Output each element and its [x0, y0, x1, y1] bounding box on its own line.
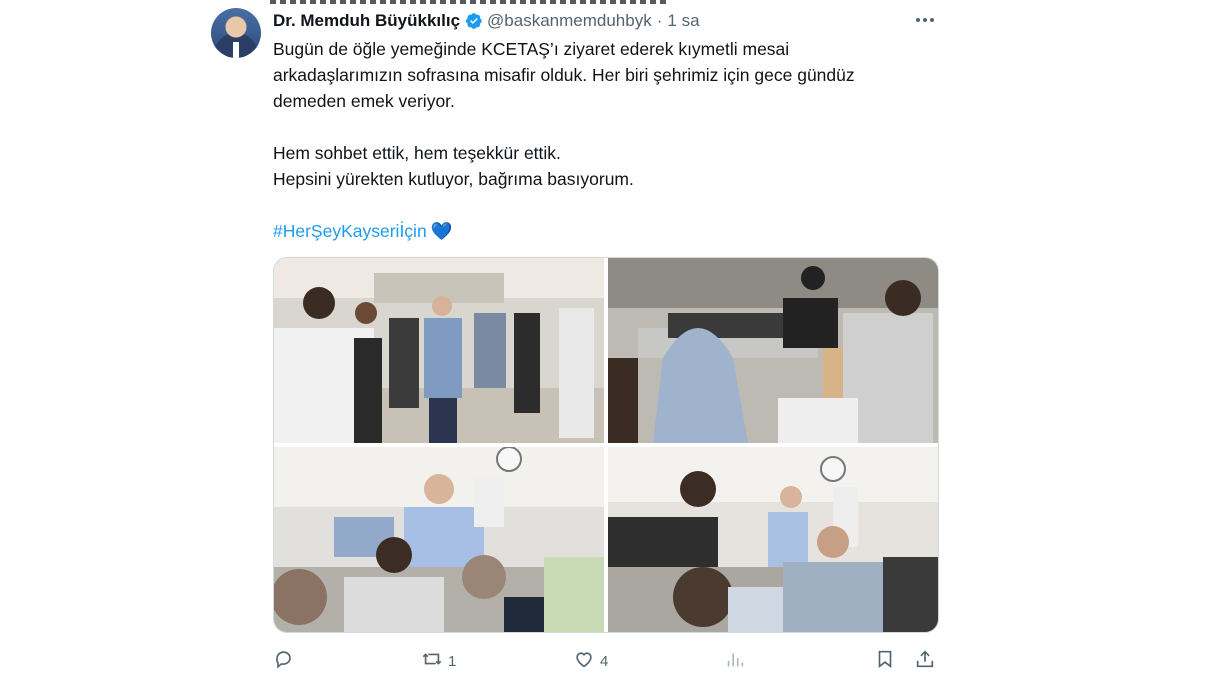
views-button[interactable] — [724, 646, 751, 676]
blue-heart-emoji: 💙 — [430, 221, 453, 241]
retweet-button[interactable]: 1 — [421, 646, 456, 676]
photo-3[interactable] — [274, 447, 604, 632]
photo-1[interactable] — [274, 258, 604, 443]
more-icon[interactable] — [913, 8, 937, 32]
reply-icon — [273, 648, 295, 674]
share-icon — [914, 648, 936, 674]
retweet-count: 1 — [448, 652, 457, 670]
tweet-paragraph-2: Hem sohbet ettik, hem teşekkür ettik. He… — [273, 143, 634, 189]
tweet-time[interactable]: 1 sa — [667, 11, 699, 31]
reply-button[interactable] — [273, 646, 300, 676]
like-icon — [573, 648, 595, 674]
bookmark-button[interactable] — [874, 646, 896, 676]
verified-badge-icon — [465, 12, 483, 30]
views-icon — [724, 648, 746, 674]
tweet-actions: 1 4 — [273, 646, 937, 676]
author-name[interactable]: Dr. Memduh Büyükkılıç — [273, 11, 460, 31]
like-count: 4 — [600, 652, 609, 670]
tweet-header: Dr. Memduh Büyükkılıç @baskanmemduhbyk ·… — [273, 9, 700, 33]
separator-dot: · — [656, 11, 663, 30]
tweet-paragraph-1: Bugün de öğle yemeğinde KCETAŞ’ı ziyaret… — [273, 39, 855, 111]
share-button[interactable] — [914, 646, 936, 676]
bookmark-icon — [874, 648, 896, 674]
avatar[interactable] — [211, 8, 261, 58]
hashtag-link[interactable]: #HerŞeyKayseriİçin — [273, 221, 427, 241]
photo-grid — [273, 257, 939, 633]
tweet-text: Bugün de öğle yemeğinde KCETAŞ’ı ziyaret… — [273, 36, 953, 244]
photo-2[interactable] — [608, 258, 938, 443]
like-button[interactable]: 4 — [573, 646, 608, 676]
retweet-icon — [421, 648, 443, 674]
previous-tweet-clip — [270, 0, 670, 4]
photo-4[interactable] — [608, 447, 938, 632]
author-handle[interactable]: @baskanmemduhbyk — [487, 11, 652, 31]
